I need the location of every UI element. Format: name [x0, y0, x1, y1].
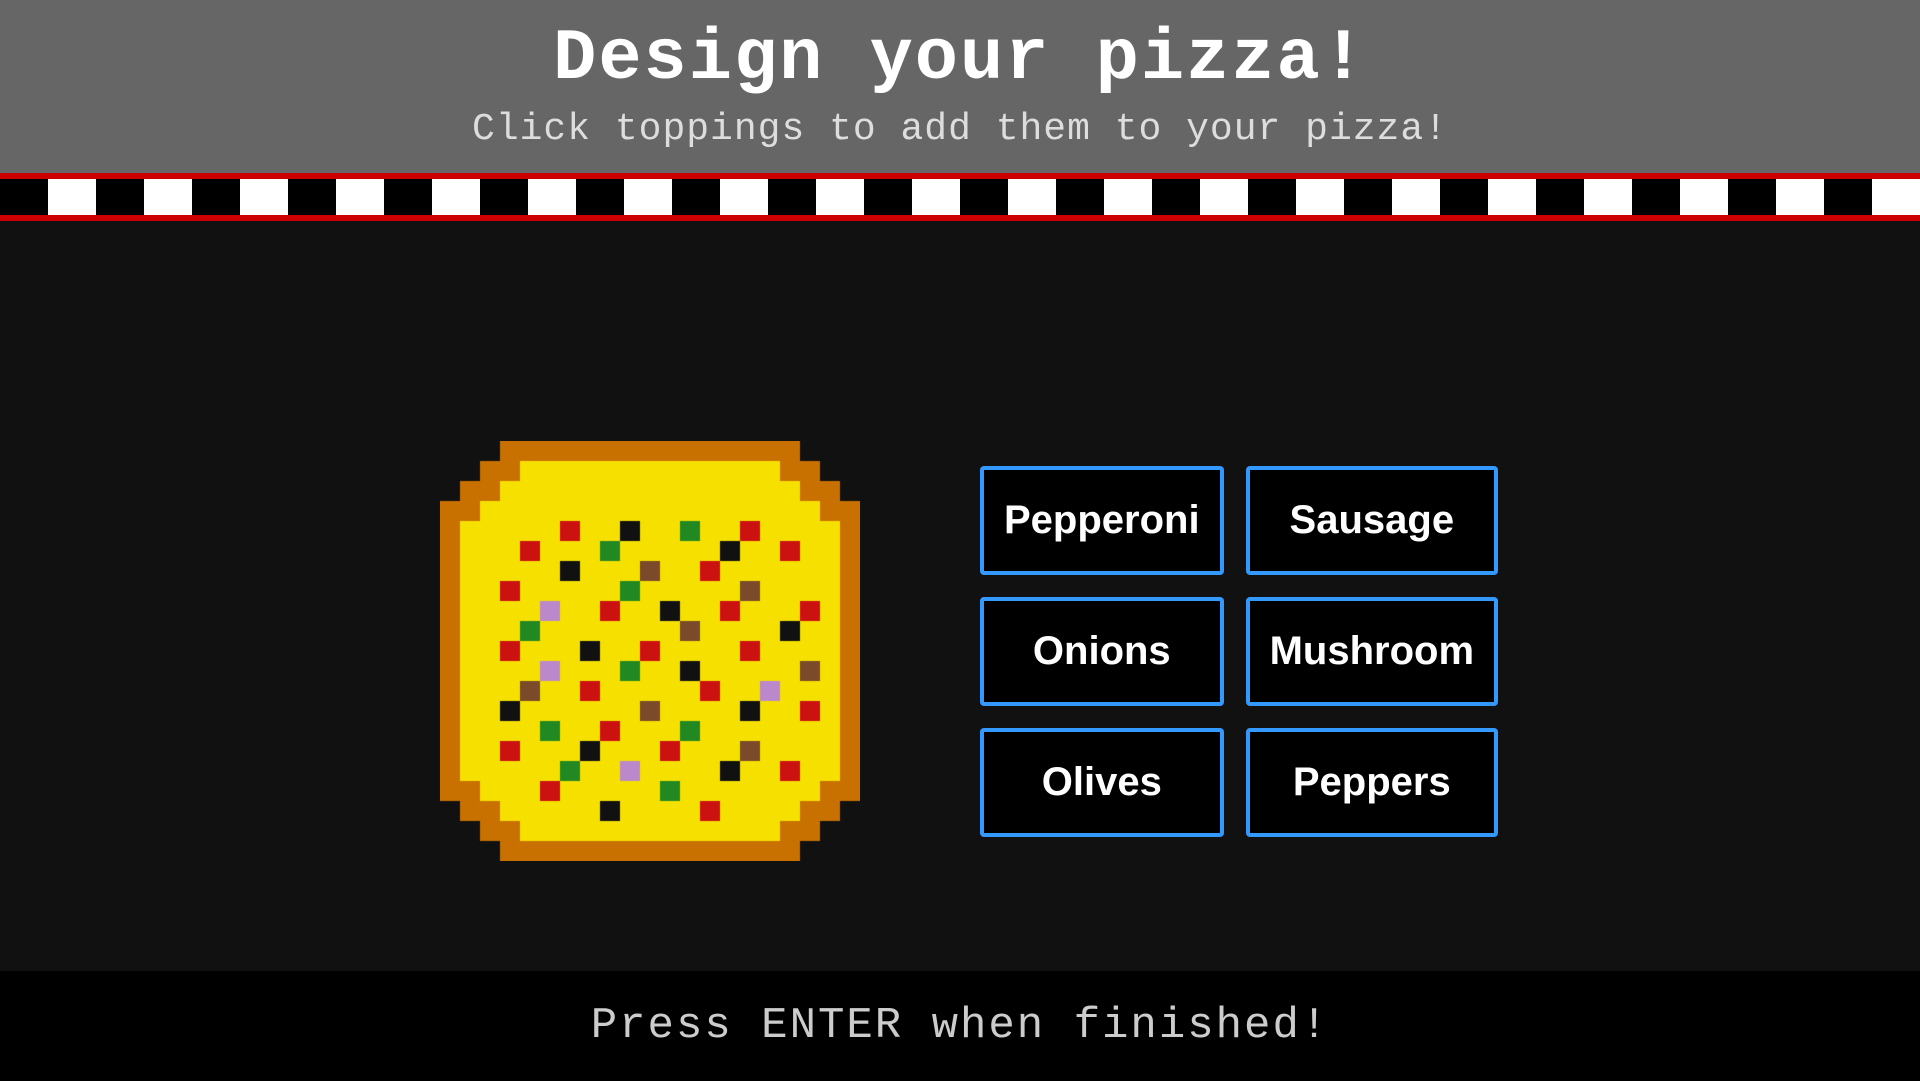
checker-border [0, 173, 1920, 221]
topping-btn-mushroom[interactable]: Mushroom [1246, 597, 1498, 706]
pizza-canvas [440, 441, 860, 861]
topping-btn-olives[interactable]: Olives [980, 728, 1224, 837]
footer-text: Press ENTER when finished! [0, 1001, 1920, 1051]
page-subtitle: Click toppings to add them to your pizza… [0, 108, 1920, 151]
page-title: Design your pizza! [0, 18, 1920, 100]
header: Design your pizza! Click toppings to add… [0, 0, 1920, 173]
pizza-display [440, 441, 860, 861]
topping-btn-peppers[interactable]: Peppers [1246, 728, 1498, 837]
footer: Press ENTER when finished! [0, 971, 1920, 1081]
topping-btn-sausage[interactable]: Sausage [1246, 466, 1498, 575]
topping-btn-pepperoni[interactable]: Pepperoni [980, 466, 1224, 575]
toppings-grid: PepperoniSausageOnionsMushroomOlivesPepp… [980, 466, 1480, 837]
content-area: PepperoniSausageOnionsMushroomOlivesPepp… [0, 221, 1920, 1081]
main-content: PepperoniSausageOnionsMushroomOlivesPepp… [0, 221, 1920, 1081]
topping-btn-onions[interactable]: Onions [980, 597, 1224, 706]
